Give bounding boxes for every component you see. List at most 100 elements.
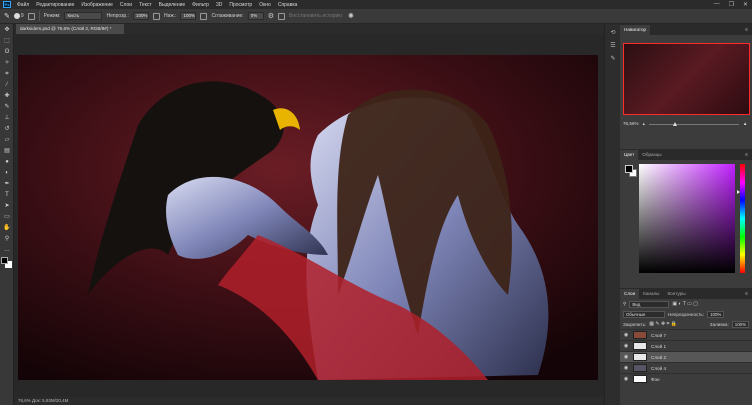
- tab-channels[interactable]: Каналы: [639, 289, 663, 299]
- filter-icons[interactable]: ▣ ◐ T ▭ ▢: [672, 301, 698, 307]
- lock-icons[interactable]: ▦ ✎ ✥ ⌗ 🔒: [649, 321, 677, 327]
- blend-mode-select[interactable]: Обычные: [623, 310, 665, 318]
- layer-row[interactable]: ◉ Слой 7: [620, 329, 752, 340]
- zoom-slider-knob[interactable]: [672, 121, 677, 126]
- brush-tool-preset-icon[interactable]: ✎: [4, 12, 10, 20]
- shape-icon[interactable]: ▭: [2, 213, 12, 221]
- mode-select[interactable]: Кисть: [64, 12, 103, 20]
- layer-name: Слой 4: [651, 365, 667, 371]
- color-picker-field[interactable]: [639, 164, 735, 273]
- layer-filter-select[interactable]: Вид: [629, 300, 670, 308]
- eye-icon[interactable]: ◉: [623, 365, 629, 371]
- brush-panel-icon[interactable]: [27, 12, 35, 20]
- artwork-canvas[interactable]: [18, 55, 598, 380]
- properties-icon[interactable]: ☰: [608, 42, 618, 50]
- history-icon[interactable]: ⟲: [608, 29, 618, 37]
- document-tab[interactable]: darksiders.psd @ 76,6% (Слой 2, RGB/8#) …: [16, 24, 124, 34]
- path-select-icon[interactable]: ➤: [2, 202, 12, 210]
- tab-layers[interactable]: Слои: [620, 289, 640, 299]
- menu-image[interactable]: Изображение: [81, 2, 113, 8]
- menu-window[interactable]: Окно: [259, 2, 271, 8]
- brush-size-picker[interactable]: 9: [13, 13, 24, 19]
- blend-row: Обычные Непрозрачность: 100%: [620, 309, 752, 319]
- layer-name: Фон: [651, 376, 660, 382]
- lasso-icon[interactable]: ʘ: [2, 48, 12, 56]
- layer-row[interactable]: ◉ Слой 1: [620, 340, 752, 351]
- eye-icon[interactable]: ◉: [623, 376, 629, 382]
- pressure-label: Наж.:: [163, 13, 177, 19]
- marquee-icon[interactable]: ⬚: [2, 37, 12, 45]
- canvas-area[interactable]: [15, 34, 604, 394]
- move-icon[interactable]: ✥: [2, 26, 12, 34]
- stamp-icon[interactable]: ⊥: [2, 114, 12, 122]
- eraser-icon[interactable]: ▱: [2, 136, 12, 144]
- magic-wand-icon[interactable]: ✧: [2, 59, 12, 67]
- more-tools-icon[interactable]: …: [2, 246, 12, 254]
- opacity-field[interactable]: 100%: [132, 12, 149, 20]
- menu-file[interactable]: Файл: [17, 2, 29, 8]
- tab-color[interactable]: Цвет: [620, 150, 639, 160]
- eye-icon[interactable]: ◉: [623, 332, 629, 338]
- navigator-view-box[interactable]: [623, 43, 750, 115]
- menu-edit[interactable]: Редактирование: [36, 2, 74, 8]
- tab-swatches[interactable]: Образцы: [638, 150, 665, 160]
- zoom-in-icon[interactable]: ▲: [743, 119, 748, 129]
- hue-slider[interactable]: [740, 164, 745, 273]
- panel-menu-icon[interactable]: ≡: [745, 289, 752, 299]
- photoshop-logo: Ps: [3, 1, 11, 8]
- opacity-label: Непрозрачность:: [668, 311, 705, 317]
- navigator-zoom-row: 76,56% ▴ ▲: [620, 119, 752, 129]
- layers-tabs: Слои Каналы Контуры ≡: [620, 288, 752, 299]
- brush-icon[interactable]: ✎: [2, 103, 12, 111]
- menu-filter[interactable]: Фильтр: [192, 2, 209, 8]
- eye-icon[interactable]: ◉: [623, 343, 629, 349]
- menu-view[interactable]: Просмотр: [229, 2, 252, 8]
- foreground-color-swatch[interactable]: [625, 165, 633, 173]
- eye-icon[interactable]: ◉: [623, 354, 629, 360]
- menu-select[interactable]: Выделение: [159, 2, 186, 8]
- hand-icon[interactable]: ✋: [2, 224, 12, 232]
- gradient-icon[interactable]: ▤: [2, 147, 12, 155]
- panel-menu-icon[interactable]: ≡: [745, 25, 752, 35]
- airbrush-icon[interactable]: [200, 12, 208, 20]
- zoom-value[interactable]: 76,56%: [623, 119, 639, 129]
- type-icon[interactable]: T: [2, 191, 12, 199]
- tab-paths[interactable]: Контуры: [663, 289, 689, 299]
- blur-icon[interactable]: ●: [2, 158, 12, 166]
- restore-icon[interactable]: ❐: [729, 1, 734, 8]
- size-pressure-icon[interactable]: [278, 12, 285, 20]
- layer-opacity-field[interactable]: 100%: [707, 310, 725, 318]
- menu-help[interactable]: Справка: [278, 2, 298, 8]
- eyedropper-icon[interactable]: ⁄: [2, 81, 12, 89]
- hue-slider-marker[interactable]: [737, 190, 740, 194]
- layer-row[interactable]: ◉ Фон: [620, 373, 752, 384]
- zoom-icon[interactable]: ⚲: [2, 235, 12, 243]
- opacity-label: Непрозр.:: [106, 13, 129, 19]
- layer-thumbnail: [633, 353, 647, 361]
- zoom-slider[interactable]: [648, 121, 739, 126]
- minimize-icon[interactable]: —: [714, 1, 720, 8]
- dodge-icon[interactable]: ◐: [2, 169, 12, 177]
- layer-row-selected[interactable]: ◉ Слой 2: [620, 351, 752, 362]
- foreground-swatch[interactable]: [1, 257, 8, 264]
- menu-type[interactable]: Текст: [139, 2, 152, 8]
- layer-row[interactable]: ◉ Слой 4: [620, 362, 752, 373]
- menu-layers[interactable]: Слои: [120, 2, 132, 8]
- opacity-pressure-icon[interactable]: [152, 12, 160, 20]
- layer-fill-field[interactable]: 100%: [731, 320, 749, 328]
- zoom-out-icon[interactable]: ▴: [643, 119, 645, 129]
- color-swatches[interactable]: [1, 257, 13, 269]
- pen-icon[interactable]: ✒: [2, 180, 12, 188]
- history-brush-icon[interactable]: ↺: [2, 125, 12, 133]
- tab-navigator[interactable]: Навигатор: [620, 25, 651, 35]
- healing-icon[interactable]: ✚: [2, 92, 12, 100]
- close-icon[interactable]: ✕: [743, 1, 748, 8]
- gear-icon[interactable]: ⚙: [268, 12, 274, 20]
- panel-menu-icon[interactable]: ≡: [745, 150, 752, 160]
- symmetry-icon[interactable]: ✺: [348, 12, 354, 20]
- brush-settings-icon[interactable]: ✎: [608, 55, 618, 63]
- pressure-field[interactable]: 100%: [180, 12, 197, 20]
- menu-3d[interactable]: 3D: [216, 2, 222, 8]
- smoothing-field[interactable]: 0%: [247, 12, 264, 20]
- crop-icon[interactable]: ⌗: [2, 70, 12, 78]
